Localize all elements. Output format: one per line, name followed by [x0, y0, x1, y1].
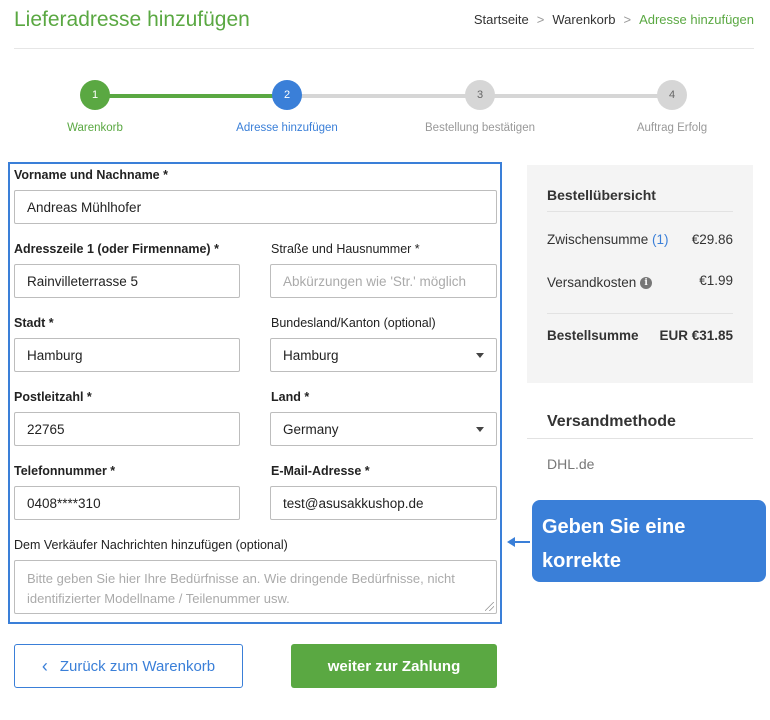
subtotal-label: Zwischensumme: [547, 232, 649, 247]
summary-divider: [547, 313, 733, 314]
zip-input[interactable]: 22765: [14, 412, 240, 446]
subtotal-value: €29.86: [691, 232, 733, 247]
continue-to-payment-button[interactable]: weiter zur Zahlung: [291, 644, 497, 688]
callout-line-2: korrekte Lieferadresse: [542, 550, 673, 606]
name-input[interactable]: Andreas Mühlhofer: [14, 190, 497, 224]
breadcrumb-separator: >: [536, 12, 545, 27]
step-1-circle: 1: [80, 80, 110, 110]
breadcrumb-cart[interactable]: Warenkorb: [552, 12, 615, 27]
address1-input[interactable]: Rainvilleterrasse 5: [14, 264, 240, 298]
arrow-left-icon: [507, 537, 530, 547]
step-1-label: Warenkorb: [67, 122, 123, 134]
shipping-cost-label-row: Versandkosten i: [547, 275, 653, 290]
city-input[interactable]: Hamburg: [14, 338, 240, 372]
message-textarea[interactable]: Bitte geben Sie hier Ihre Bedürfnisse an…: [14, 560, 497, 614]
street-input[interactable]: Abkürzungen wie 'Str.' möglich: [270, 264, 497, 298]
zip-label: Postleitzahl *: [14, 390, 92, 404]
message-placeholder: Bitte geben Sie hier Ihre Bedürfnisse an…: [27, 571, 455, 606]
subtotal-count[interactable]: (1): [652, 232, 669, 247]
back-to-cart-button[interactable]: ‹ Zurück zum Warenkorb: [14, 644, 243, 688]
shipping-cost-value: €1.99: [699, 273, 733, 288]
shipping-cost-label: Versandkosten: [547, 275, 637, 290]
shipping-method-title: Versandmethode: [547, 413, 676, 430]
phone-input[interactable]: 0408****310: [14, 486, 240, 520]
step-3-circle: 3: [465, 80, 495, 110]
stepper-track-done: [95, 94, 287, 98]
step-2-label: Adresse hinzufügen: [236, 122, 338, 134]
callout-line-1: Geben Sie eine: [542, 516, 686, 538]
step-4-circle: 4: [657, 80, 687, 110]
chevron-left-icon: ‹: [41, 656, 48, 676]
message-label: Dem Verkäufer Nachrichten hinzufügen (op…: [14, 538, 288, 552]
breadcrumb-current: Adresse hinzufügen: [639, 12, 754, 27]
state-select[interactable]: Hamburg: [270, 338, 497, 372]
street-label: Straße und Hausnummer *: [271, 242, 420, 256]
summary-divider: [547, 211, 733, 212]
hint-callout: Geben Sie eine korrekte Lieferadresse: [532, 500, 766, 606]
email-input[interactable]: test@asusakkushop.de: [270, 486, 497, 520]
step-4-label: Auftrag Erfolg: [636, 122, 708, 134]
caret-down-icon: [476, 427, 484, 432]
name-label: Vorname und Nachname *: [14, 168, 168, 182]
country-select-value: Germany: [283, 421, 339, 437]
city-label: Stadt *: [14, 316, 54, 330]
resize-grip-icon[interactable]: [485, 602, 494, 611]
back-to-cart-label: Zurück zum Warenkorb: [59, 657, 216, 675]
step-3-label: Bestellung bestätigen: [425, 122, 535, 134]
info-icon[interactable]: i: [640, 277, 653, 290]
country-label: Land *: [271, 390, 310, 404]
step-2-circle: 2: [272, 80, 302, 110]
state-label: Bundesland/Kanton (optional): [271, 316, 436, 330]
page-title: Lieferadresse hinzufügen: [14, 8, 250, 31]
shipping-divider: [527, 438, 753, 439]
shipping-method-value: DHL.de: [547, 456, 595, 472]
summary-title: Bestellübersicht: [547, 187, 656, 203]
address1-label: Adresszeile 1 (oder Firmenname) *: [14, 242, 219, 256]
breadcrumb-home[interactable]: Startseite: [474, 12, 529, 27]
breadcrumb-separator: >: [623, 12, 632, 27]
caret-down-icon: [476, 353, 484, 358]
total-label: Bestellsumme: [547, 328, 639, 343]
phone-label: Telefonnummer *: [14, 464, 116, 478]
subtotal-label-row: Zwischensumme (1): [547, 232, 669, 247]
email-label: E-Mail-Adresse *: [271, 464, 370, 478]
header-divider: [14, 48, 754, 49]
breadcrumb: Startseite > Warenkorb > Adresse hinzufü…: [474, 12, 754, 27]
total-value: EUR €31.85: [659, 328, 733, 343]
country-select[interactable]: Germany: [270, 412, 497, 446]
state-select-value: Hamburg: [283, 347, 339, 363]
